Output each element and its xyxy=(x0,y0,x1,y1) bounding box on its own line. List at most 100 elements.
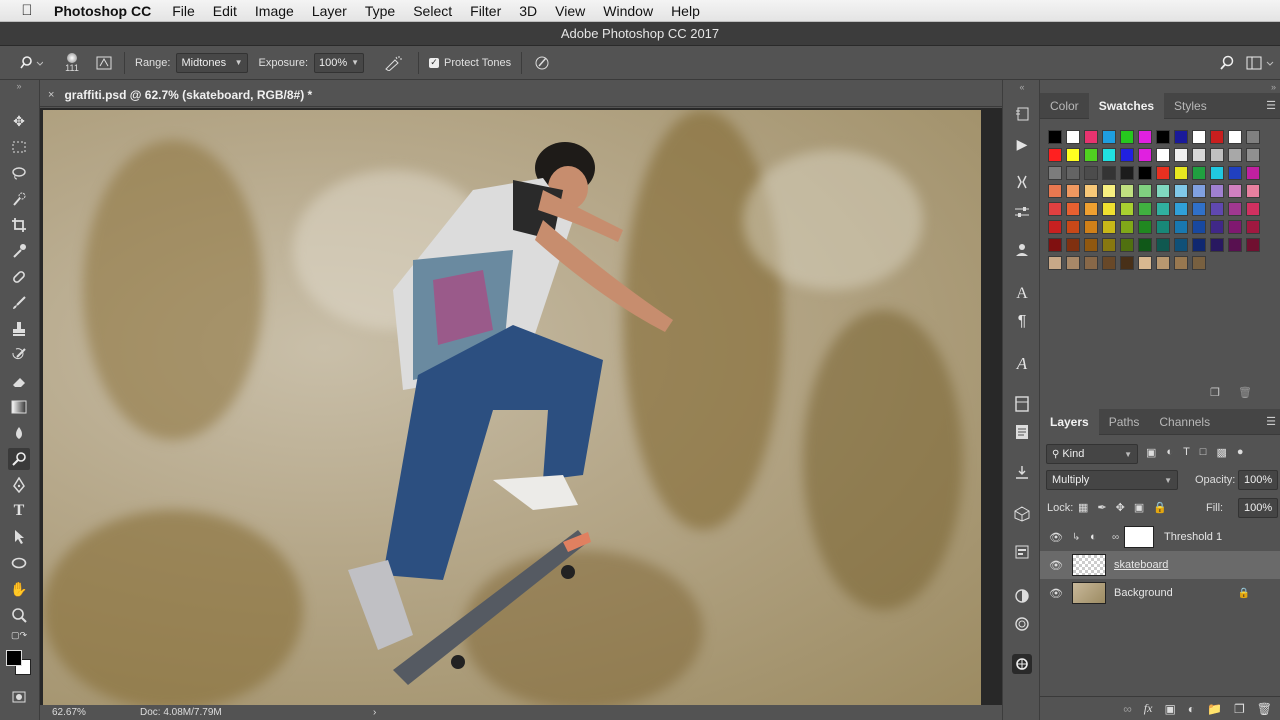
color-swatch[interactable] xyxy=(1246,130,1260,144)
color-swatch[interactable] xyxy=(1048,184,1062,198)
color-swatch[interactable] xyxy=(1048,130,1062,144)
color-swatch[interactable] xyxy=(1048,238,1062,252)
quick-mask-icon[interactable] xyxy=(8,686,30,708)
apple-logo-icon[interactable]:  xyxy=(0,2,54,19)
new-group-icon[interactable]: 📁 xyxy=(1207,702,1222,716)
color-swatch[interactable] xyxy=(1102,256,1116,270)
menu-window[interactable]: Window xyxy=(594,0,662,22)
menu-file[interactable]: File xyxy=(163,0,204,22)
color-swatch[interactable] xyxy=(1228,130,1242,144)
new-swatch-icon[interactable]: ❐ xyxy=(1210,386,1220,399)
color-swatch[interactable] xyxy=(1102,238,1116,252)
color-swatch[interactable] xyxy=(1192,148,1206,162)
color-swatch[interactable] xyxy=(1174,166,1188,180)
lock-position-icon[interactable]: ✥ xyxy=(1116,501,1125,514)
color-swatch[interactable] xyxy=(1138,184,1152,198)
color-swatch[interactable] xyxy=(1084,202,1098,216)
document-canvas[interactable] xyxy=(43,110,981,705)
menu-edit[interactable]: Edit xyxy=(204,0,246,22)
brush-panel-toggle-icon[interactable] xyxy=(94,55,114,71)
smart-object-filter-icon[interactable]: ▩ xyxy=(1216,446,1226,459)
color-swatch[interactable] xyxy=(1228,238,1242,252)
range-select[interactable]: Midtones ▼ xyxy=(176,52,249,73)
color-swatch[interactable] xyxy=(1084,238,1098,252)
lock-transparency-icon[interactable]: ▦ xyxy=(1078,501,1088,514)
color-swatch[interactable] xyxy=(1084,130,1098,144)
add-mask-icon[interactable]: ▣ xyxy=(1164,702,1175,716)
color-swatch[interactable] xyxy=(1228,184,1242,198)
color-swatches[interactable] xyxy=(4,648,34,676)
color-swatch[interactable] xyxy=(1120,220,1134,234)
canvas-area[interactable] xyxy=(40,108,1002,705)
color-swatch[interactable] xyxy=(1228,148,1242,162)
opacity-field[interactable]: 100% xyxy=(1238,470,1278,490)
notes-panel-icon[interactable] xyxy=(1012,422,1032,442)
color-swatch[interactable] xyxy=(1156,130,1170,144)
menu-image[interactable]: Image xyxy=(246,0,303,22)
clone-stamp-tool-icon[interactable] xyxy=(8,318,30,340)
color-swatch[interactable] xyxy=(1246,238,1260,252)
lock-artboard-icon[interactable]: ▣ xyxy=(1134,501,1144,514)
color-swatch[interactable] xyxy=(1246,220,1260,234)
layer-thumbnail[interactable] xyxy=(1072,582,1106,604)
color-swatch[interactable] xyxy=(1084,184,1098,198)
timeline-panel-icon[interactable] xyxy=(1012,462,1032,482)
tab-color[interactable]: Color xyxy=(1040,93,1089,119)
color-swatch[interactable] xyxy=(1120,256,1134,270)
color-swatch[interactable] xyxy=(1228,202,1242,216)
color-swatch[interactable] xyxy=(1066,166,1080,180)
color-swatch[interactable] xyxy=(1102,202,1116,216)
layer-thumbnail[interactable] xyxy=(1072,554,1106,576)
layer-name[interactable]: Threshold 1 xyxy=(1164,531,1222,543)
character-styles-icon[interactable] xyxy=(1012,240,1032,260)
collapse-chevron-icon[interactable]: » xyxy=(8,81,30,91)
panel-menu-icon[interactable]: ☰ xyxy=(1266,415,1276,428)
menu-view[interactable]: View xyxy=(546,0,594,22)
trash-icon[interactable]: 🗑 xyxy=(1257,702,1272,716)
layer-name[interactable]: skateboard xyxy=(1114,559,1168,571)
panel-menu-icon[interactable]: ☰ xyxy=(1266,99,1276,112)
status-menu-arrow-icon[interactable]: › xyxy=(373,707,376,718)
collapse-chevron-icon[interactable]: » xyxy=(1271,82,1276,92)
tab-swatches[interactable]: Swatches xyxy=(1088,92,1165,119)
color-swatch[interactable] xyxy=(1156,166,1170,180)
document-size[interactable]: Doc: 4.08M/7.79M xyxy=(140,707,310,718)
crop-tool-icon[interactable] xyxy=(8,214,30,236)
eyedropper-tool-icon[interactable] xyxy=(8,240,30,262)
protect-tones-checkbox[interactable]: ✓ Protect Tones xyxy=(429,57,511,69)
color-swatch[interactable] xyxy=(1120,130,1134,144)
color-swatch[interactable] xyxy=(1048,220,1062,234)
color-swatch[interactable] xyxy=(1192,184,1206,198)
creative-cloud-icon[interactable] xyxy=(1012,654,1032,674)
brush-preset-picker[interactable]: 111 xyxy=(52,52,92,73)
color-swatch[interactable] xyxy=(1120,148,1134,162)
color-swatch[interactable] xyxy=(1174,256,1188,270)
menu-select[interactable]: Select xyxy=(404,0,461,22)
color-swatch[interactable] xyxy=(1156,220,1170,234)
color-swatch[interactable] xyxy=(1174,202,1188,216)
quick-selection-tool-icon[interactable] xyxy=(8,188,30,210)
type-filter-icon[interactable]: T xyxy=(1183,446,1190,459)
tab-styles[interactable]: Styles xyxy=(1164,93,1217,119)
layer-row-skateboard[interactable]: 👁 skateboard xyxy=(1040,551,1280,579)
move-tool-icon[interactable]: ✥ xyxy=(8,110,30,132)
history-panel-icon[interactable] xyxy=(1012,104,1032,124)
character-panel-icon[interactable]: A xyxy=(1012,284,1032,304)
color-swatch[interactable] xyxy=(1210,220,1224,234)
libraries-panel-icon[interactable] xyxy=(1012,394,1032,414)
pressure-size-icon[interactable] xyxy=(532,55,552,71)
color-swatch[interactable] xyxy=(1210,148,1224,162)
history-brush-tool-icon[interactable] xyxy=(8,344,30,366)
menu-filter[interactable]: Filter xyxy=(461,0,510,22)
color-swatch[interactable] xyxy=(1066,202,1080,216)
color-swatch[interactable] xyxy=(1246,166,1260,180)
fill-field[interactable]: 100% xyxy=(1238,498,1278,518)
blend-mode-select[interactable]: Multiply ▼ xyxy=(1046,470,1178,490)
new-adjustment-icon[interactable]: ◐ xyxy=(1188,702,1195,716)
color-swatch[interactable] xyxy=(1210,166,1224,180)
color-swatch[interactable] xyxy=(1048,202,1062,216)
collapse-chevron-icon[interactable]: « xyxy=(1012,82,1032,92)
layer-name[interactable]: Background xyxy=(1114,587,1173,599)
color-swatch[interactable] xyxy=(1066,184,1080,198)
search-icon[interactable] xyxy=(1214,55,1240,71)
